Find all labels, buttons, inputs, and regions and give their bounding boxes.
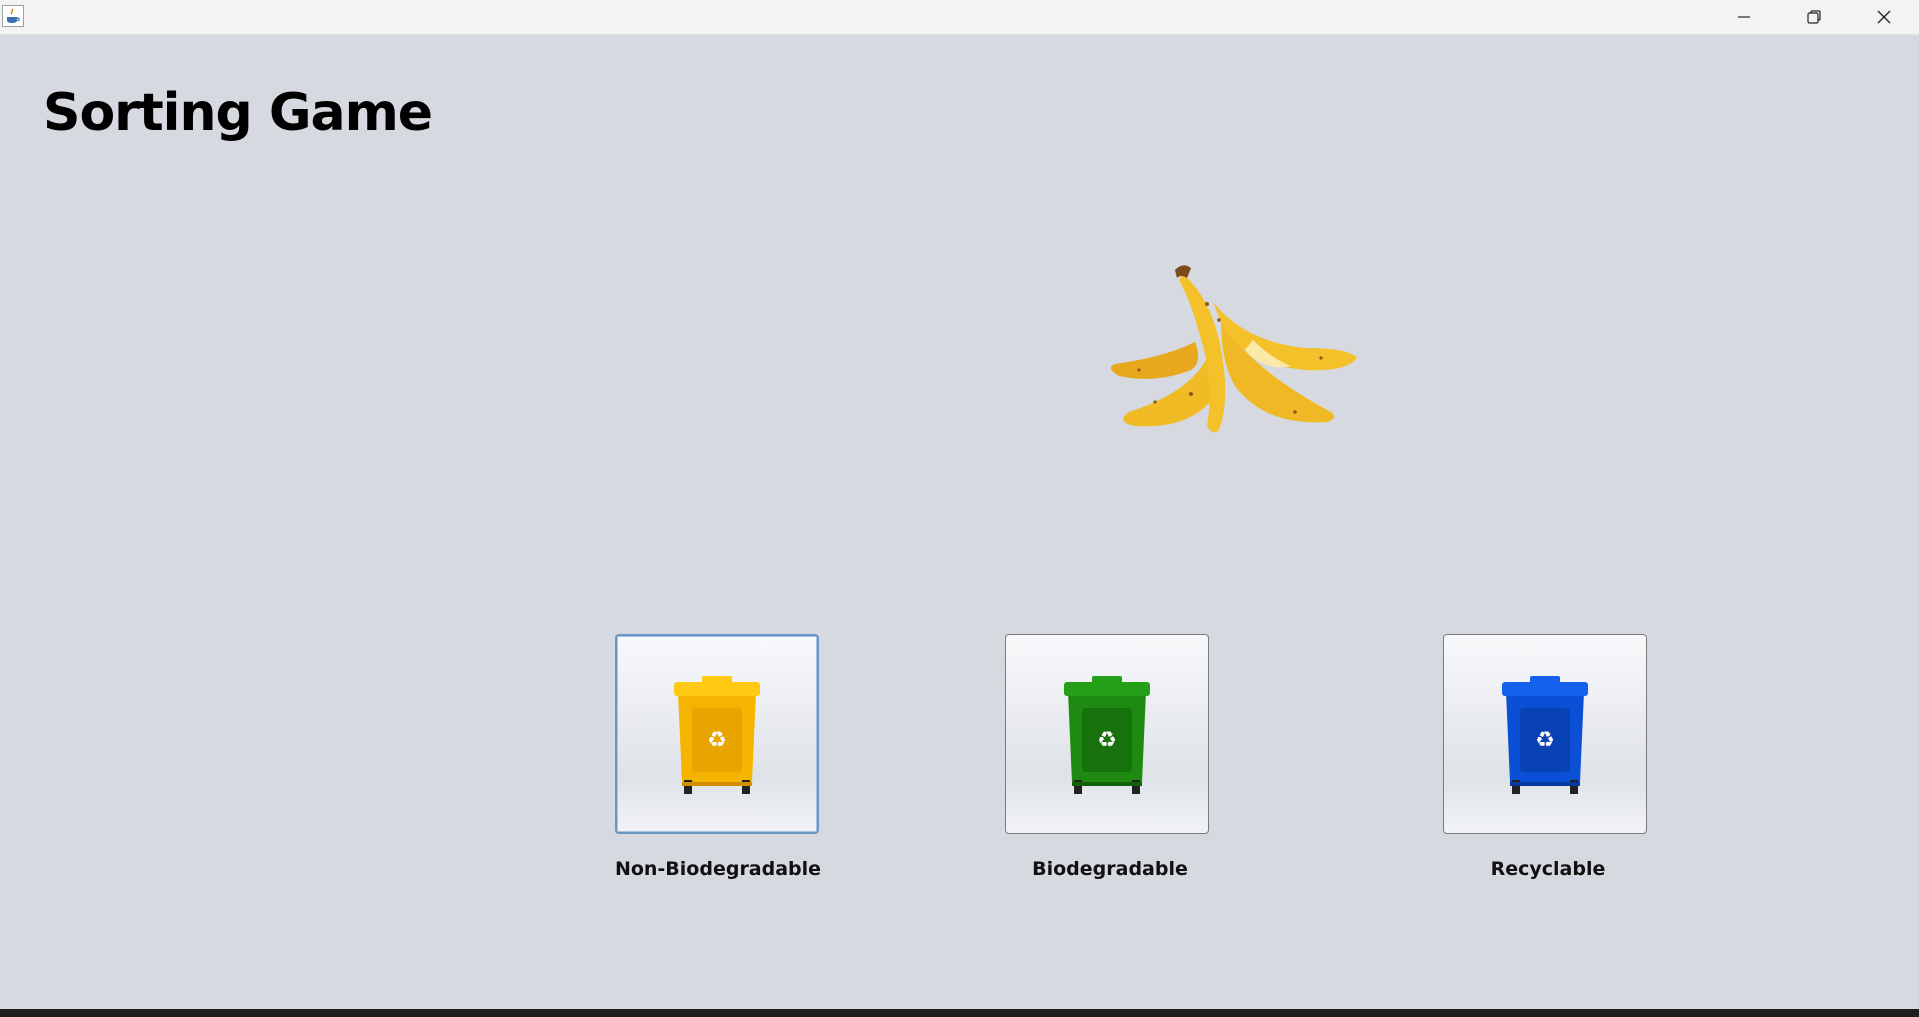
- game-title: Sorting Game: [43, 83, 433, 143]
- blue-trash-bin-icon: ♻: [1502, 676, 1588, 794]
- svg-text:♻: ♻: [707, 728, 727, 753]
- biodegradable-bin-button[interactable]: ♻: [1005, 634, 1209, 834]
- non-biodegradable-bin-button[interactable]: ♻: [615, 634, 819, 834]
- banana-peel-item[interactable]: [1095, 262, 1359, 442]
- recyclable-label: Recyclable: [1490, 858, 1606, 880]
- svg-text:♻: ♻: [1097, 728, 1117, 753]
- green-trash-bin-icon: ♻: [1064, 676, 1150, 794]
- restore-button[interactable]: [1779, 0, 1849, 34]
- recyclable-bin-button[interactable]: ♻: [1443, 634, 1647, 834]
- restore-icon: [1807, 10, 1821, 24]
- close-button[interactable]: [1849, 0, 1919, 34]
- non-biodegradable-label: Non-Biodegradable: [614, 858, 822, 880]
- minimize-button[interactable]: [1709, 0, 1779, 34]
- close-icon: [1877, 10, 1891, 24]
- minimize-icon: [1738, 16, 1750, 18]
- java-app-icon: [2, 5, 24, 27]
- yellow-trash-bin-icon: ♻: [674, 676, 760, 794]
- svg-text:♻: ♻: [1535, 728, 1555, 753]
- taskbar-strip: [0, 1009, 1919, 1017]
- window-titlebar[interactable]: [0, 0, 1919, 35]
- biodegradable-label: Biodegradable: [1032, 858, 1188, 880]
